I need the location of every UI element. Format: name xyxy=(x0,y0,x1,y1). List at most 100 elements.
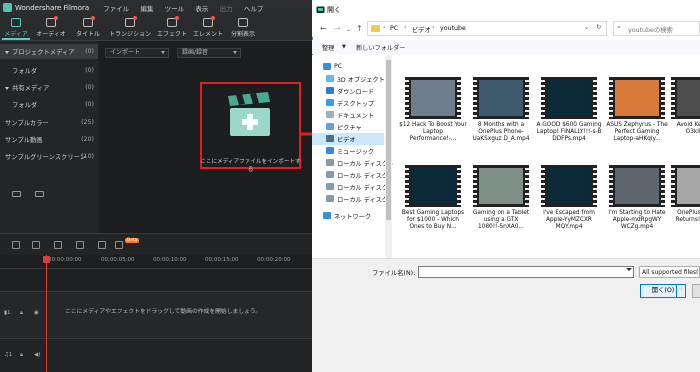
menu-export[interactable]: 出力 xyxy=(220,5,233,13)
nav-item-3d-objects[interactable]: 3D オブジェクト xyxy=(312,73,385,85)
lock-icon[interactable]: 🔒︎ xyxy=(20,352,23,359)
nav-item-drive-f[interactable]: ローカル ディスク (F xyxy=(312,193,396,205)
filename-input[interactable] xyxy=(418,266,634,278)
menu-bar: ファイル 編集 ツール 表示 出力 ヘルプ xyxy=(103,3,272,13)
sidebar-item-folder[interactable]: フォルダ (0) xyxy=(0,63,98,78)
sidebar-item-project-media[interactable]: プロジェクトメディア (0) xyxy=(0,44,98,59)
file-item[interactable]: A GOOD $600 Gaming Laptop! FINALLY!!!-s-… xyxy=(535,75,603,163)
menu-edit[interactable]: 編集 xyxy=(140,5,153,13)
file-list: $12 Hack To Boost Your Laptop Performanc… xyxy=(393,55,700,258)
tab-audio[interactable]: オーディオ xyxy=(34,15,68,41)
nav-item-videos[interactable]: ビデオ xyxy=(312,133,384,145)
adjust-icon[interactable] xyxy=(98,241,106,249)
thumbnail-image xyxy=(615,80,659,116)
nav-scrollbar-thumb[interactable] xyxy=(386,60,391,220)
thumbnail-image xyxy=(479,80,523,116)
new-folder-button[interactable]: 新しいフォルダー xyxy=(356,43,406,52)
menu-view[interactable]: 表示 xyxy=(195,5,208,13)
filename-label: ファイル名(N): xyxy=(372,270,416,277)
breadcrumb-youtube[interactable]: youtube xyxy=(440,25,466,32)
file-item[interactable]: Avoid Keyboa... O3kihw... xyxy=(665,75,700,163)
clapperboard-icon xyxy=(228,92,270,136)
tab-effect[interactable]: エフェクト xyxy=(156,15,188,41)
nav-item-pictures[interactable]: ピクチャ xyxy=(312,121,384,133)
search-input[interactable]: ⌕ youtubeの検索 xyxy=(613,21,700,36)
recent-locations-icon[interactable]: ⌄ xyxy=(346,26,351,33)
breadcrumb-pc[interactable]: PC xyxy=(390,25,398,32)
record-dropdown[interactable]: 録画/録音 xyxy=(177,48,241,58)
file-item[interactable]: OnePlus Buds - Returns!-3oEE... xyxy=(665,163,700,251)
nav-item-music[interactable]: ミュージック xyxy=(312,145,384,157)
back-arrow-icon[interactable]: ← xyxy=(320,24,327,33)
tab-element[interactable]: エレメント xyxy=(192,15,224,41)
file-item[interactable]: ASUS Zephyrus - The Perfect Gaming Lapto… xyxy=(603,75,671,163)
import-drop-zone[interactable] xyxy=(200,82,301,169)
nav-item-downloads[interactable]: ダウンロード xyxy=(312,85,384,97)
title-bar: Wondershare Filmora ファイル 編集 ツール 表示 出力 ヘル… xyxy=(0,0,312,15)
file-item[interactable]: Gaming on a Tablet using a GTX 1080!!-5n… xyxy=(467,163,535,251)
sidebar-item-count: (20) xyxy=(81,136,94,143)
import-dropdown[interactable]: インポート xyxy=(105,48,169,58)
sidebar-item-sample-green-screen[interactable]: サンプルグリーンスクリーン (10) xyxy=(0,149,98,164)
desktop-icon xyxy=(326,99,334,106)
tab-title[interactable]: タイトル xyxy=(74,15,102,41)
menu-file[interactable]: ファイル xyxy=(103,5,129,13)
drive-icon xyxy=(326,183,334,190)
file-item[interactable]: $12 Hack To Boost Your Laptop Performanc… xyxy=(399,75,467,163)
forward-arrow-icon[interactable]: → xyxy=(334,24,341,33)
new-folder-icon[interactable] xyxy=(12,191,21,197)
audio-icon[interactable] xyxy=(115,241,123,249)
delete-icon[interactable] xyxy=(54,241,62,249)
sidebar-item-label: サンプルグリーンスクリーン xyxy=(5,154,86,161)
tab-transition[interactable]: トランジション xyxy=(108,15,152,41)
tab-split[interactable]: 分割表示 xyxy=(228,15,258,41)
record-dropdown-label: 録画/録音 xyxy=(182,49,209,56)
playhead-handle[interactable] xyxy=(43,256,50,263)
open-options-dropdown[interactable]: ▼ xyxy=(676,284,686,298)
thumbnail-image xyxy=(411,168,455,204)
nav-item-pc[interactable]: PC xyxy=(312,61,384,73)
file-item[interactable]: I've Escaped from Apple-YyMZCXR MQY.mp4 xyxy=(535,163,603,251)
undo-icon[interactable] xyxy=(12,241,20,249)
nav-item-drive-c[interactable]: ローカル ディスク (C xyxy=(312,157,397,169)
open-folder-icon[interactable] xyxy=(35,191,44,197)
sidebar-item-sample-videos[interactable]: サンプル動画 (20) xyxy=(0,132,98,147)
refresh-icon[interactable]: ↻ xyxy=(596,24,601,31)
up-arrow-icon[interactable]: ↑ xyxy=(356,24,363,33)
file-item[interactable]: Best Gaming Laptops for $1000 - Which On… xyxy=(399,163,467,251)
thumbnail-image xyxy=(479,168,523,204)
search-placeholder: youtubeの検索 xyxy=(628,27,673,34)
menu-help[interactable]: ヘルプ xyxy=(244,5,264,13)
eye-icon[interactable]: ◉ xyxy=(34,310,39,316)
file-name: 8 Months with a OnePlus Phone-UaKSxguz D… xyxy=(472,122,530,143)
menu-tools[interactable]: ツール xyxy=(165,5,185,13)
pc-icon xyxy=(323,63,331,70)
cancel-button[interactable] xyxy=(692,284,700,298)
sidebar-item-sample-colors[interactable]: サンプルカラー (25) xyxy=(0,115,98,130)
cut-icon[interactable] xyxy=(76,241,84,249)
playhead[interactable] xyxy=(46,255,47,372)
sidebar-item-shared-media[interactable]: 共有メディア (0) xyxy=(0,80,98,95)
transition-icon xyxy=(125,16,137,27)
open-button-label: 開く(O) xyxy=(651,287,675,294)
effect-icon xyxy=(167,16,179,27)
address-bar[interactable]: › PC › ビデオ › youtube ⌄ ↻ xyxy=(367,21,607,36)
nav-item-desktop[interactable]: デスクトップ xyxy=(312,97,384,109)
file-item[interactable]: 8 Months with a OnePlus Phone-UaKSxguz D… xyxy=(467,75,535,163)
lock-icon[interactable]: 🔒︎ xyxy=(20,310,23,317)
file-item[interactable]: I'm Starting to Hate Apple-mdRpgWY WCZg.… xyxy=(603,163,671,251)
breadcrumb-videos[interactable]: ビデオ xyxy=(412,25,431,34)
redo-icon[interactable] xyxy=(32,241,40,249)
chevron-down-icon[interactable] xyxy=(626,268,632,271)
sidebar-item-label: フォルダ xyxy=(12,102,38,109)
nav-item-network[interactable]: ネットワーク xyxy=(312,210,384,222)
chevron-down-icon[interactable]: ⌄ xyxy=(584,24,589,31)
nav-item-drive-e[interactable]: ローカル ディスク (E xyxy=(312,181,396,193)
sidebar-item-shared-folder[interactable]: フォルダ (0) xyxy=(0,97,98,112)
organize-button[interactable]: 整理 xyxy=(322,43,334,52)
nav-item-drive-d[interactable]: ローカル ディスク (D xyxy=(312,169,397,181)
speaker-icon[interactable]: ◀) xyxy=(34,352,40,358)
filmora-logo-icon xyxy=(3,3,12,12)
file-type-filter[interactable]: All supported files(*.MP4 xyxy=(639,266,700,278)
nav-item-documents[interactable]: ドキュメント xyxy=(312,109,384,121)
